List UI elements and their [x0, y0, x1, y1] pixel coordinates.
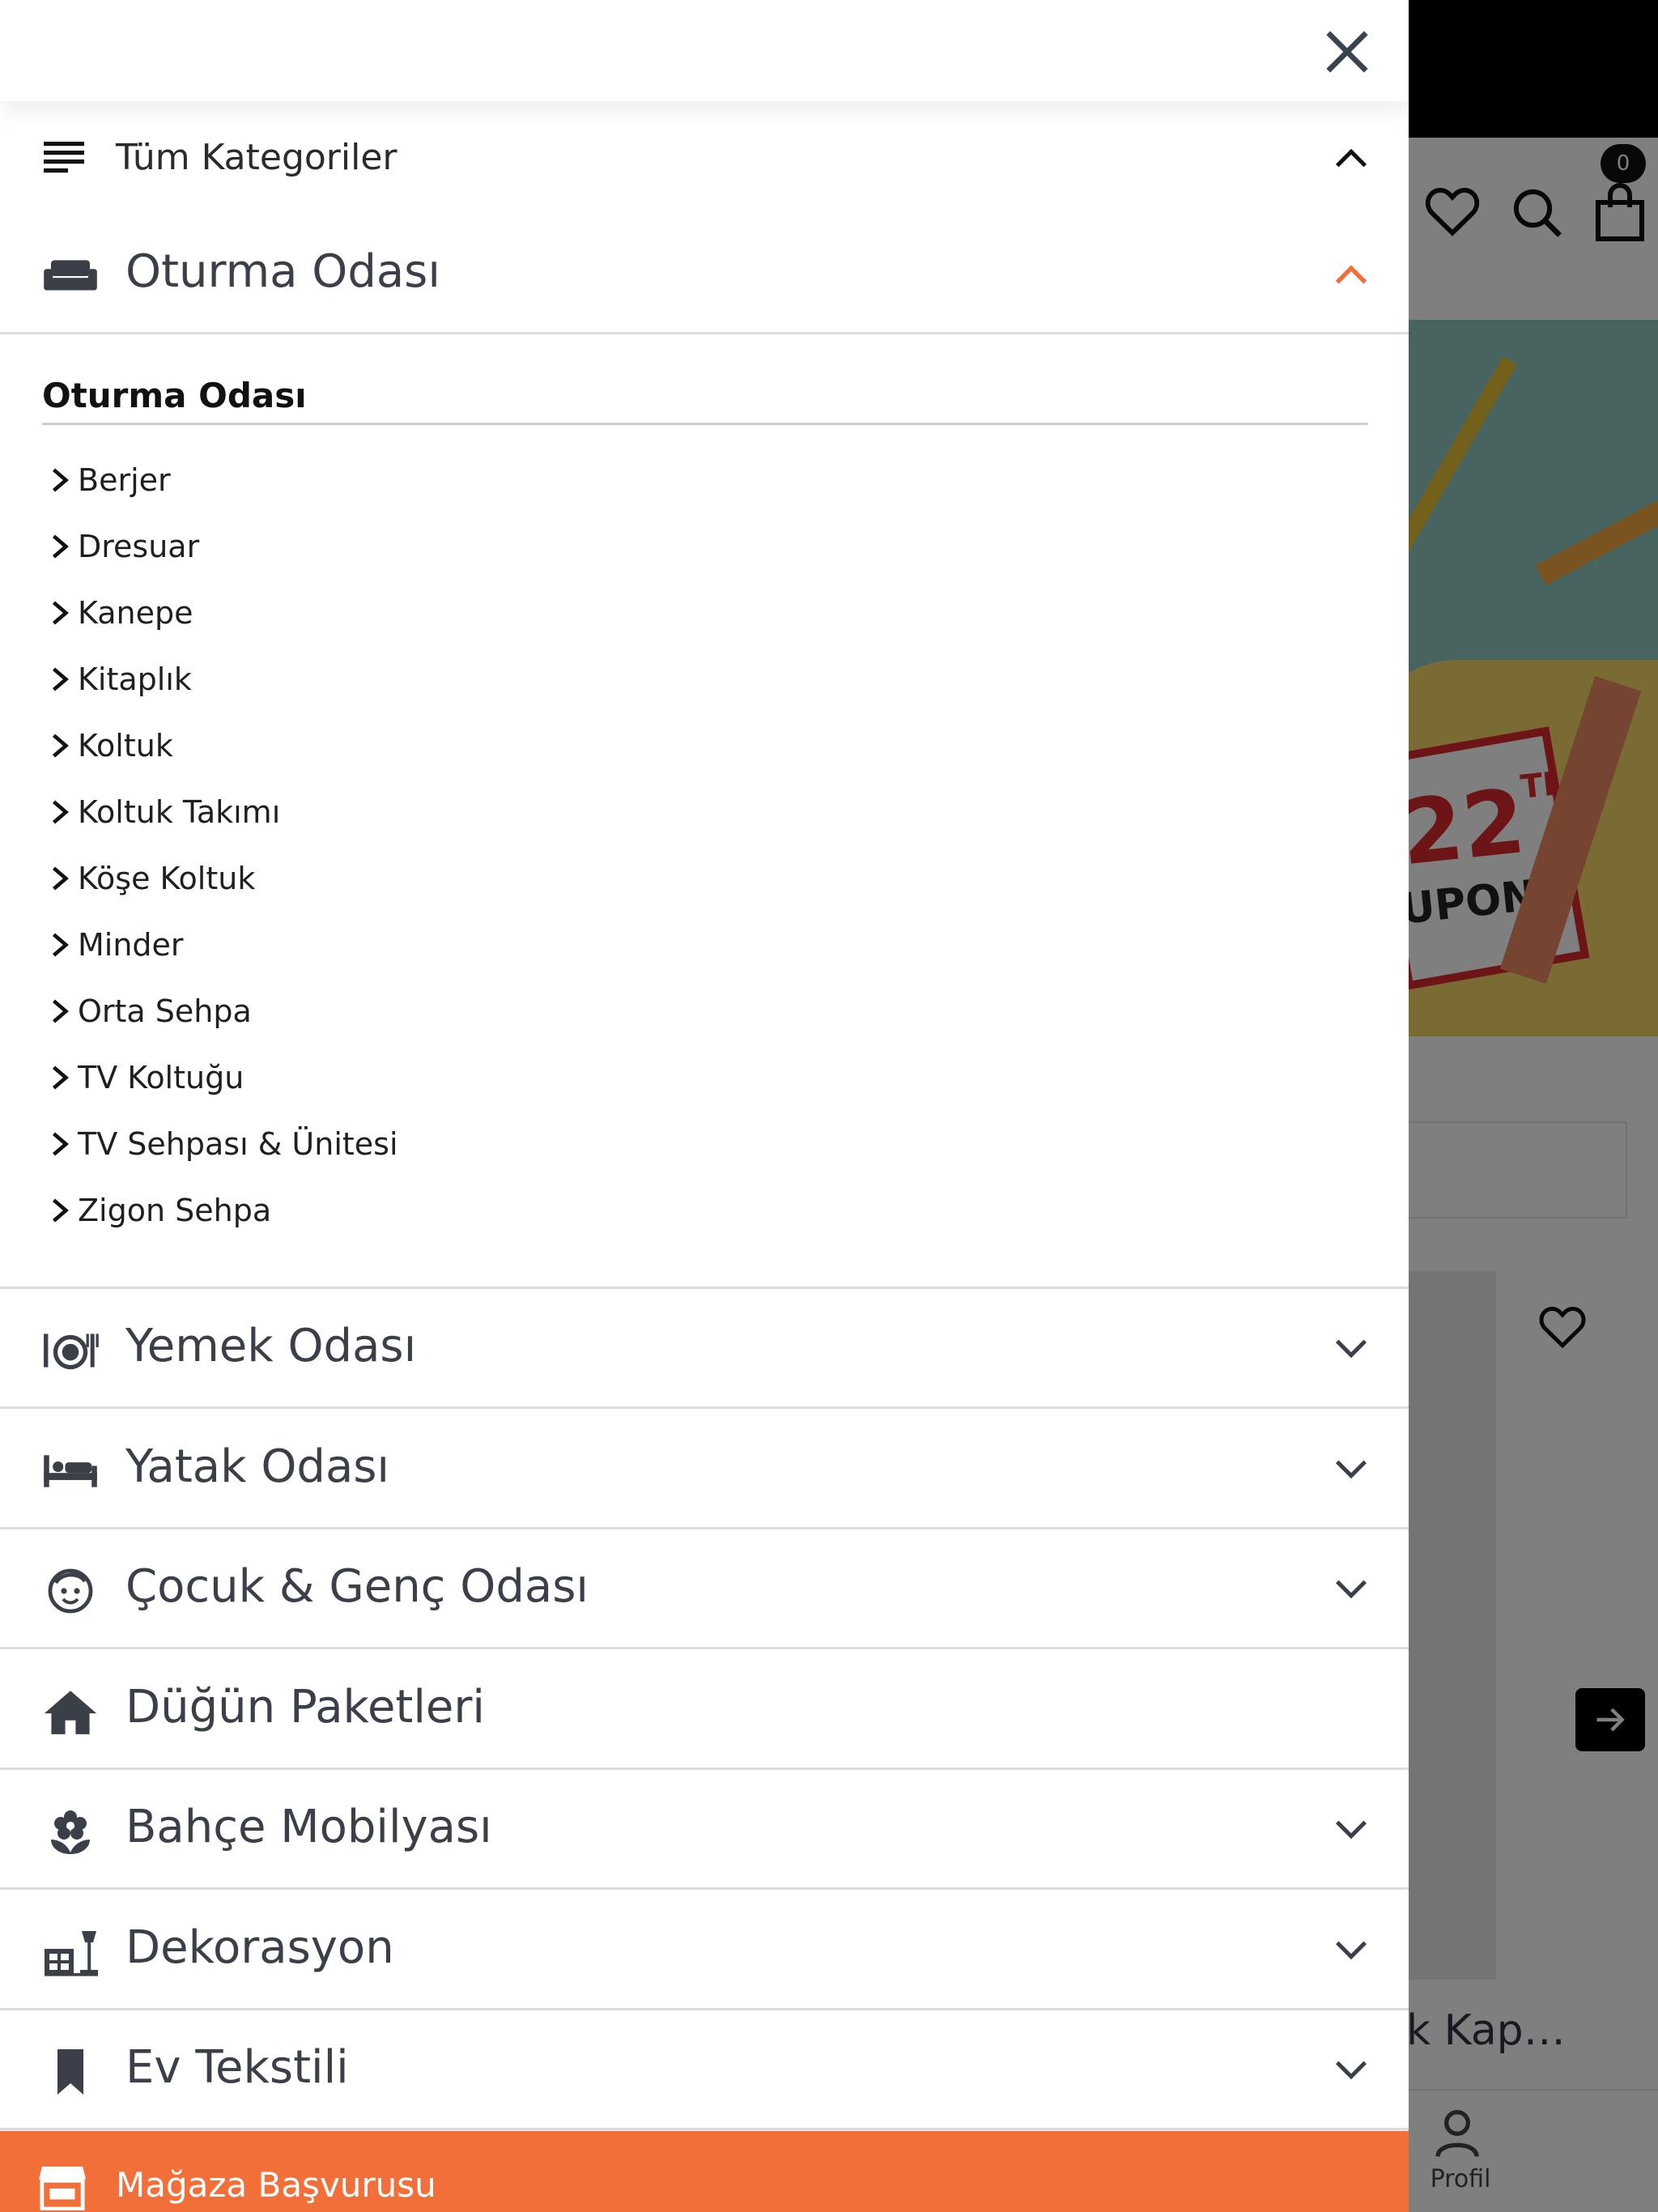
subcategory-item[interactable]: Kanepe	[42, 580, 1337, 646]
chevron-right-icon	[52, 1198, 69, 1223]
chevron-down-icon	[1335, 1580, 1367, 1599]
chevron-down-icon	[1335, 1820, 1367, 1840]
submenu-oturma-odasi: Oturma Odası Berjer Dresuar Kanepe Kitaplık…	[0, 334, 1409, 1289]
category-label: Çocuk & Genç Odası	[125, 1560, 589, 1613]
chevron-right-icon	[52, 601, 69, 625]
subcategory-list: Berjer Dresuar Kanepe Kitaplık Koltuk Koltuk …	[42, 447, 1337, 1244]
category-row[interactable]: Düğün Paketleri	[0, 1650, 1409, 1770]
store-application-button[interactable]: Mağaza Başvurusu	[0, 2131, 1409, 2212]
subcategory-label: Kitaplık	[78, 661, 192, 697]
chevron-right-icon	[52, 534, 69, 559]
subcategory-item[interactable]: Minder	[42, 912, 1337, 978]
close-icon	[1326, 31, 1368, 73]
bed-icon	[44, 1454, 97, 1487]
subcategory-item[interactable]: Koltuk Takımı	[42, 779, 1337, 845]
flower-icon	[51, 1810, 90, 1854]
subcategory-label: TV Sehpası & Ünitesi	[78, 1126, 398, 1162]
lamp-furniture-icon	[45, 1930, 98, 1976]
bookmark-icon	[57, 2049, 83, 2095]
chevron-down-icon	[1335, 2061, 1367, 2080]
shop-icon	[39, 2166, 86, 2210]
chevron-right-icon	[52, 933, 69, 957]
subcategory-label: TV Koltuğu	[78, 1060, 244, 1095]
category-row[interactable]: Dekorasyon	[0, 1891, 1409, 2010]
category-label: Yemek Odası	[125, 1320, 417, 1372]
category-label: Yatak Odası	[125, 1440, 389, 1493]
chevron-right-icon	[52, 667, 69, 691]
chevron-down-icon	[1335, 1460, 1367, 1478]
subcategory-label: Orta Sehpa	[78, 993, 252, 1029]
subcategory-item[interactable]: Zigon Sehpa	[42, 1177, 1337, 1244]
subcategory-item[interactable]: Dresuar	[42, 513, 1337, 580]
subcategory-label: Minder	[78, 927, 184, 963]
category-label: Ev Tekstili	[125, 2041, 349, 2094]
close-button[interactable]	[1318, 23, 1376, 81]
home-icon	[44, 1690, 97, 1734]
subcategory-item[interactable]: Koltuk	[42, 713, 1337, 779]
chevron-right-icon	[52, 468, 69, 492]
subcategory-label: Berjer	[78, 462, 171, 498]
chevron-up-icon	[1335, 265, 1367, 284]
menu-lines-icon	[44, 142, 84, 173]
store-application-label: Mağaza Başvurusu	[116, 2165, 436, 2205]
subcategory-label: Köşe Koltuk	[78, 861, 256, 896]
chevron-right-icon	[52, 866, 69, 891]
submenu-divider	[42, 423, 1368, 425]
category-label: Bahçe Mobilyası	[125, 1801, 492, 1853]
dining-icon	[44, 1334, 99, 1370]
subcategory-label: Zigon Sehpa	[78, 1193, 272, 1228]
chevron-right-icon	[52, 1066, 69, 1090]
subcategory-label: Koltuk Takımı	[78, 794, 281, 830]
chevron-right-icon	[52, 1132, 69, 1156]
subcategory-item[interactable]: Köşe Koltuk	[42, 845, 1337, 912]
submenu-title: Oturma Odası	[42, 376, 307, 415]
chevron-right-icon	[52, 999, 69, 1023]
sofa-icon	[44, 260, 97, 291]
category-label: Dekorasyon	[125, 1921, 394, 1974]
chevron-right-icon	[52, 800, 69, 824]
all-categories-toggle[interactable]: Tüm Kategoriler	[0, 101, 1409, 215]
all-categories-label: Tüm Kategoriler	[116, 137, 397, 178]
drawer-header	[0, 0, 1409, 101]
subcategory-item[interactable]: TV Koltuğu	[42, 1044, 1337, 1111]
category-drawer: Tüm Kategoriler Oturma Odası Oturma Odas…	[0, 0, 1409, 2212]
subcategory-label: Dresuar	[78, 529, 200, 564]
subcategory-item[interactable]: Kitaplık	[42, 646, 1337, 713]
category-row[interactable]: Yemek Odası	[0, 1289, 1409, 1409]
category-row[interactable]: Yatak Odası	[0, 1410, 1409, 1529]
chevron-down-icon	[1335, 1941, 1367, 1959]
category-label: Oturma Odası	[125, 245, 440, 298]
chevron-right-icon	[52, 734, 69, 758]
category-row[interactable]: Bahçe Mobilyası	[0, 1770, 1409, 1890]
chevron-up-icon	[1335, 148, 1367, 168]
chevron-down-icon	[1335, 1339, 1367, 1359]
subcategory-label: Koltuk	[78, 728, 173, 764]
subcategory-item[interactable]: Berjer	[42, 447, 1337, 513]
category-oturma-odasi[interactable]: Oturma Odası	[0, 215, 1409, 334]
child-face-icon	[48, 1568, 93, 1614]
category-label: Düğün Paketleri	[125, 1680, 485, 1733]
category-row[interactable]: Ev Tekstili	[0, 2010, 1409, 2130]
category-row[interactable]: Çocuk & Genç Odası	[0, 1529, 1409, 1649]
subcategory-label: Kanepe	[78, 595, 193, 631]
subcategory-item[interactable]: TV Sehpası & Ünitesi	[42, 1111, 1337, 1177]
subcategory-item[interactable]: Orta Sehpa	[42, 978, 1337, 1044]
